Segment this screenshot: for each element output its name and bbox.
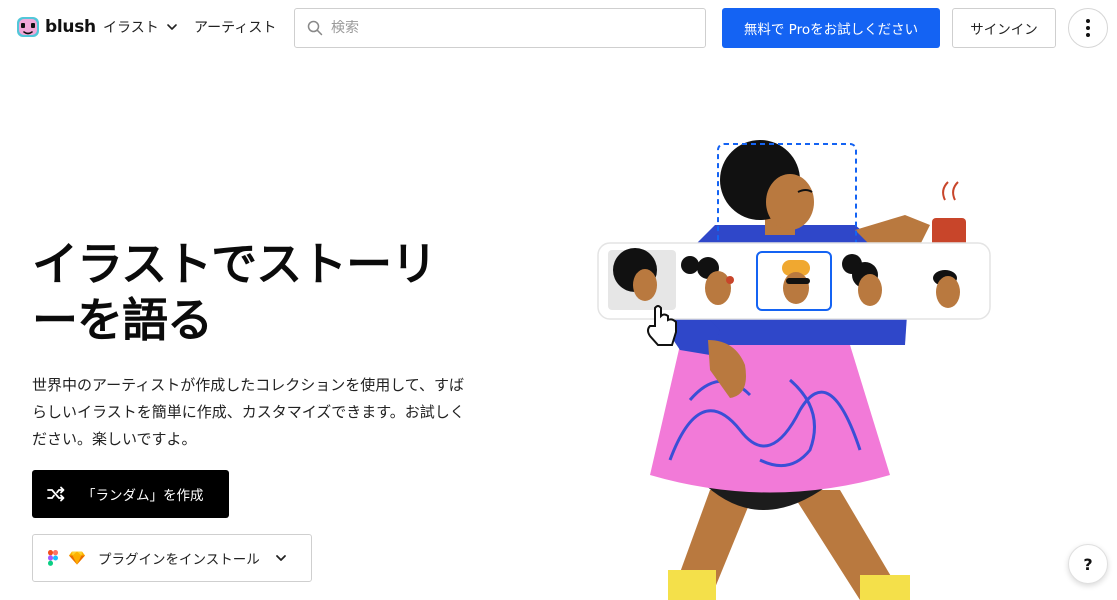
coffee-steam — [942, 181, 959, 201]
install-plugin-label: プラグインをインストール — [98, 552, 260, 568]
create-random-button[interactable]: 「ランダム」を作成 — [32, 470, 229, 518]
top-navigation-bar: blush イラスト アーティスト 無料で Proをお試しください サインイン — [0, 0, 1117, 56]
brand-name: blush — [45, 17, 96, 37]
sketch-icon — [69, 551, 85, 565]
head-option-3 — [782, 260, 810, 304]
more-vertical-icon — [1086, 19, 1090, 37]
create-random-label: 「ランダム」を作成 — [82, 488, 204, 504]
chevron-down-icon — [275, 555, 286, 561]
brand-logo[interactable]: blush — [16, 15, 96, 39]
nav-illustrations-label: イラスト — [103, 20, 159, 36]
left-sock — [668, 570, 716, 600]
right-sock — [860, 575, 910, 600]
install-plugin-dropdown[interactable]: プラグインをインストール — [32, 534, 312, 582]
try-pro-button[interactable]: 無料で Proをお試しください — [722, 8, 940, 48]
nav-illustrations-menu[interactable]: イラスト — [103, 17, 178, 37]
skirt — [650, 345, 890, 493]
blush-logo-icon — [17, 17, 39, 37]
sign-in-button[interactable]: サインイン — [952, 8, 1056, 48]
nav-artists-link[interactable]: アーティスト — [194, 17, 276, 37]
search-input[interactable] — [331, 20, 691, 36]
more-options-button[interactable] — [1068, 8, 1108, 48]
shuffle-icon — [47, 486, 65, 502]
search-box[interactable] — [294, 8, 706, 48]
chevron-down-icon — [166, 24, 177, 30]
figma-icon — [48, 550, 58, 566]
hero-title: イラストでストーリーを語る — [32, 237, 437, 347]
help-button[interactable]: ? — [1068, 544, 1108, 584]
hero-illustration — [597, 140, 991, 600]
search-icon — [307, 20, 323, 36]
face — [766, 174, 814, 230]
hero-description: 世界中のアーティストが作成したコレクションを使用して、すばらしいイラストを簡単に… — [32, 376, 465, 448]
nav-artists-label: アーティスト — [194, 20, 277, 36]
